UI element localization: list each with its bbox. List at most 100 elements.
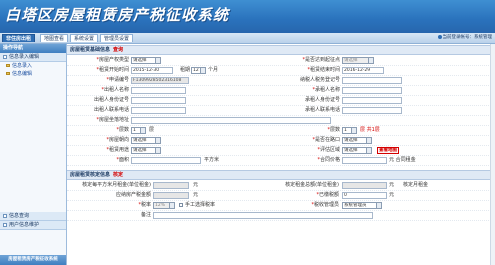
field-label: 租赁用途 [108,147,129,153]
tab-system-settings[interactable]: 系统设置 [70,34,99,42]
tab-map-view[interactable]: 地图查看 [40,34,69,42]
tab-admin-settings[interactable]: 管理员设置 [100,34,134,42]
form-row: *面积 平方米 *合同价格 元 合同租金 [67,156,495,166]
field-label: 核定每平方米月租金(单位租金) [82,182,151,188]
form-row: *税率 12% 手工选择税率 *税收管理员 系统管理员 [67,201,495,211]
expand-icon [3,213,7,218]
sidebar-group-label: 用户信息维护 [9,222,40,228]
field-label: 租赁开始时间 [98,67,129,73]
field-label: 纳税人税务登记号 [299,77,340,83]
months-unit: 个月 [208,67,219,73]
lease-period-label: 租期 [180,67,191,73]
lessee-id-field[interactable] [342,97,402,104]
floor-total-note: 层 共1层 [360,127,380,133]
form-row: 核定每平方米月租金(单位租金) 元 核定租金总额(单位租金) 元 核定月租金 [67,181,495,191]
monthly-rent-label: 核定月租金 [403,182,429,188]
tax-officer-select[interactable]: 系统管理员 [342,202,382,209]
lease-end-date[interactable]: 2016-12-29 [342,67,384,74]
form-row: 备注 [67,211,495,221]
field-label: 合同价格 [319,157,340,163]
field-label: 承租人名称 [314,87,340,93]
manual-rate-label: 手工选择税率 [185,202,216,208]
total-rent-unit: 元 [389,182,395,188]
field-label: 出租人身份证号 [93,97,129,103]
property-type-select[interactable]: 请选择 [131,57,161,64]
form-row: *申请编号 F1309928502316108 纳税人税务登记号 [67,76,495,86]
paid-tax-field[interactable]: 0 [342,192,387,199]
area-field[interactable] [131,157,201,164]
lessor-phone-field[interactable] [131,107,186,114]
sidebar: 操作导航 信息录入编辑 信息录入 信息编辑 信息查询 用户信息维护 房屋租赁房产… [0,44,67,265]
property-address-field[interactable] [131,117,331,124]
query-link[interactable]: 查询 [113,47,123,53]
remarks-field[interactable] [153,212,373,219]
field-label: 是否达到起征点 [304,57,340,63]
form-row: *层数 1 层 *层数 1 层 共1层 [67,126,495,136]
lessor-id-field[interactable] [131,97,186,104]
form-row: 出租人联系电话 承租人联系电话 [67,106,495,116]
sidebar-footer: 房屋租赁房产税征收系统 [0,255,66,265]
field-label: 应纳房产税金额 [115,192,151,198]
orientation-select[interactable]: 请选择 [131,137,161,144]
field-label: 房屋朝向 [108,137,129,143]
sidebar-group-label: 信息录入编辑 [9,54,40,60]
sidebar-item-edit[interactable]: 信息编辑 [0,70,66,78]
lessee-phone-field[interactable] [342,107,402,114]
collapse-icon [3,54,7,59]
folder-icon [6,72,10,75]
user-value: 系统管理 [474,35,492,40]
field-label: 房屋坐落地址 [98,117,129,123]
form-row: 应纳房产税金额 元 *已缴税额 0 元 [67,191,495,201]
tax-rate-select[interactable]: 12% [153,202,175,209]
field-label: 承租人联系电话 [304,107,340,113]
sidebar-group-entry[interactable]: 信息录入编辑 [0,53,66,62]
area-unit: 平方米 [204,157,220,163]
sidebar-group-label: 信息查询 [9,213,30,219]
field-label: 出租人名称 [103,87,129,93]
user-info: 当前登录帐号：系统管理 [437,34,492,42]
lessee-name-field[interactable] [342,87,402,94]
threshold-select[interactable]: 请选择 [342,57,374,64]
main-scrollbar[interactable] [490,44,495,265]
field-label: 申请编号 [108,77,129,83]
sidebar-header: 操作导航 [0,44,66,53]
total-rent-field [342,182,387,189]
field-label: 税率 [140,202,151,208]
form-row: *租赁开始时间 2015-12-30 租期 12 个月 *租赁结束时间 2016… [67,66,495,76]
intersection-select[interactable]: 请选择 [342,137,372,144]
total-floor-select[interactable]: 1 [342,127,357,134]
field-label: 承租人身份证号 [304,97,340,103]
form-row: *房屋朝向 请选择 *是否在路口 请选择 [67,136,495,146]
form-row: *房屋产权类型 请选择 *是否达到起征点 请选择 [67,56,495,66]
contract-price-unit: 元 合同租金 [389,157,416,163]
lessor-name-field[interactable] [131,87,186,94]
tab-non-residential-rental[interactable]: 非住房出租 [2,34,36,42]
field-label: 租赁结束时间 [309,67,340,73]
unit-rent-field [153,182,189,189]
user-icon [437,34,442,39]
view-map-button[interactable]: 查看地图 [377,147,399,154]
lease-start-date[interactable]: 2015-12-30 [131,67,173,74]
usage-select[interactable]: 请选择 [131,147,161,154]
manual-rate-checkbox[interactable] [179,203,183,207]
property-tax-field [153,192,189,199]
expand-icon [3,222,7,227]
floor-select[interactable]: 1 [131,127,146,134]
sidebar-group-query[interactable]: 信息查询 [0,212,66,221]
sidebar-group-user[interactable]: 用户信息维护 [0,221,66,230]
field-label: 层数 [329,127,340,133]
assess-link[interactable]: 核定 [113,172,123,178]
property-tax-unit: 元 [193,192,199,198]
top-nav: 非住房出租 地图查看 系统设置 管理员设置 当前登录帐号：系统管理 [0,33,495,44]
main-content: 房屋租赁基础信息 查询 *房屋产权类型 请选择 *是否达到起征点 请选择 *租赁开… [67,44,495,265]
field-label: 税收管理员 [313,202,339,208]
region-select[interactable]: 请选择 [342,147,372,154]
contract-price-field[interactable] [342,157,387,164]
field-label: 备注 [140,212,151,218]
form-row: *出租人名称 *承租人名称 [67,86,495,96]
field-label: 核定租金总额(单位租金) [285,182,339,188]
taxpayer-id-field[interactable] [342,77,402,84]
lease-months-select[interactable]: 12 [191,67,206,74]
sidebar-item-entry[interactable]: 信息录入 [0,62,66,70]
application-number-field: F1309928502316108 [131,77,189,84]
